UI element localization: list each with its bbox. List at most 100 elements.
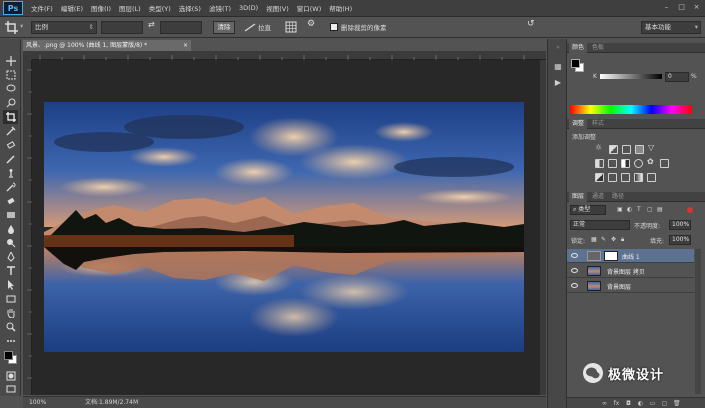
layer-row[interactable]: 背景图层 拷贝	[567, 264, 694, 278]
layer-mask-thumb[interactable]	[604, 251, 618, 261]
swap-dimensions-icon[interactable]: ⇄	[148, 20, 155, 29]
type-tool-icon[interactable]	[3, 264, 18, 278]
lock-transparent-icon[interactable]: ▦	[591, 236, 597, 243]
ratio-select[interactable]: 比例 ⇕	[31, 21, 97, 34]
minimize-button[interactable]: –	[660, 2, 673, 13]
close-button[interactable]: ×	[690, 2, 703, 13]
horizontal-ruler[interactable]	[32, 51, 546, 60]
gradient-tool-icon[interactable]	[3, 208, 18, 222]
color-fg-swatch[interactable]	[571, 59, 580, 68]
lasso-tool-icon[interactable]	[3, 82, 18, 96]
visibility-eye-icon[interactable]	[571, 283, 578, 288]
crop-width-input[interactable]	[101, 21, 143, 34]
filter-smart-object-icon[interactable]: ▤	[657, 206, 663, 213]
layer-row[interactable]: 背景图层	[567, 279, 694, 293]
pen-tool-icon[interactable]	[3, 250, 18, 264]
menu-view[interactable]: 视图(V)	[262, 3, 293, 13]
tab-color[interactable]: 颜色	[569, 43, 588, 53]
visibility-eye-icon[interactable]	[571, 268, 578, 273]
brush-tool-icon[interactable]	[3, 152, 18, 166]
add-mask-icon[interactable]: ◘	[625, 400, 632, 407]
tab-adjustments[interactable]: 调整	[569, 119, 588, 129]
dodge-tool-icon[interactable]	[3, 236, 18, 250]
menu-image[interactable]: 图像(I)	[87, 3, 115, 13]
collapse-strip-icon[interactable]: »	[552, 42, 564, 54]
overlay-grid-icon[interactable]	[285, 21, 297, 33]
link-layers-icon[interactable]: ∞	[601, 400, 608, 407]
maximize-button[interactable]: □	[675, 2, 688, 13]
layer-row[interactable]: 曲线 1	[567, 249, 694, 263]
black-white-adjustment-icon[interactable]	[621, 159, 630, 168]
actions-panel-icon[interactable]: ▶	[552, 77, 564, 89]
zoom-level[interactable]: 100%	[29, 397, 46, 408]
opacity-input[interactable]: 100%	[669, 220, 691, 230]
menu-edit[interactable]: 编辑(E)	[57, 3, 87, 13]
vertical-ruler[interactable]	[23, 60, 32, 395]
color-balance-adjustment-icon[interactable]	[608, 159, 617, 168]
posterize-adjustment-icon[interactable]	[608, 173, 617, 182]
brightness-adjustment-icon[interactable]: ☼	[595, 143, 602, 152]
foreground-color-swatch[interactable]	[4, 351, 13, 360]
filter-pixel-icon[interactable]: ▣	[617, 206, 623, 213]
filter-adjustment-icon[interactable]: ◐	[627, 206, 632, 213]
blur-tool-icon[interactable]	[3, 222, 18, 236]
selective-color-adjustment-icon[interactable]	[647, 173, 656, 182]
filter-type-icon[interactable]: T	[637, 206, 641, 213]
zoom-tool-icon[interactable]	[3, 320, 18, 334]
tab-channels[interactable]: 通道	[589, 192, 607, 202]
layer-name[interactable]: 曲线 1	[622, 252, 640, 261]
move-tool-icon[interactable]	[3, 54, 18, 68]
tab-styles[interactable]: 样式	[589, 119, 607, 129]
menu-select[interactable]: 选择(S)	[175, 3, 205, 13]
filter-shape-icon[interactable]: ▢	[647, 206, 653, 213]
color-spectrum[interactable]	[570, 105, 692, 114]
landscape-image[interactable]	[44, 102, 524, 352]
new-adjustment-icon[interactable]: ◐	[637, 400, 644, 407]
new-layer-icon[interactable]: ▢	[661, 400, 668, 407]
eyedropper-tool-icon[interactable]	[3, 124, 18, 138]
quick-mask-icon[interactable]	[3, 369, 18, 383]
levels-adjustment-icon[interactable]	[609, 145, 618, 154]
more-tools-icon[interactable]	[3, 334, 18, 348]
color-lookup-adjustment-icon[interactable]	[660, 159, 669, 168]
visibility-eye-icon[interactable]	[571, 253, 578, 258]
menu-3d[interactable]: 3D(D)	[235, 4, 262, 12]
threshold-adjustment-icon[interactable]	[621, 173, 630, 182]
history-panel-icon[interactable]: ▦	[552, 61, 564, 73]
workspace-select[interactable]: 基本功能 ▾	[641, 21, 701, 34]
k-slider[interactable]	[600, 74, 662, 79]
channel-mixer-adjustment-icon[interactable]: ✿	[647, 157, 654, 166]
clear-button[interactable]: 清除	[213, 21, 235, 34]
layers-scrollbar[interactable]	[695, 249, 701, 394]
vertical-scrollbar[interactable]	[540, 60, 546, 395]
tool-preset-chevron-icon[interactable]: ▾	[20, 22, 23, 30]
crop-tool-icon[interactable]	[5, 21, 19, 34]
k-value-input[interactable]: 0	[665, 72, 689, 82]
screen-mode-icon[interactable]	[3, 382, 18, 396]
tab-paths[interactable]: 路径	[609, 192, 627, 202]
layer-name[interactable]: 背景图层 拷贝	[607, 267, 645, 276]
layer-style-icon[interactable]: fx	[613, 400, 620, 407]
new-group-icon[interactable]: ▭	[649, 400, 656, 407]
blend-mode-select[interactable]: 正常	[570, 220, 630, 230]
curves-adjustment-icon[interactable]	[622, 145, 631, 154]
exposure-adjustment-icon[interactable]	[635, 145, 644, 154]
document-tab[interactable]: 风景、.png @ 100% (曲线 1, 图层蒙版/8) * ×	[23, 40, 191, 51]
lock-position-icon[interactable]: ✥	[611, 236, 616, 243]
menu-filter[interactable]: 滤镜(T)	[205, 3, 235, 13]
delete-layer-icon[interactable]: 🗑	[673, 400, 681, 407]
invert-adjustment-icon[interactable]	[595, 173, 604, 182]
crop-tool-button-icon[interactable]	[3, 110, 18, 124]
lock-image-icon[interactable]: ✎	[601, 236, 606, 243]
photo-filter-adjustment-icon[interactable]	[634, 159, 643, 168]
fill-input[interactable]: 100%	[669, 235, 691, 245]
menu-file[interactable]: 文件(F)	[27, 3, 57, 13]
path-selection-tool-icon[interactable]	[3, 278, 18, 292]
delete-cropped-checkbox[interactable]	[330, 23, 338, 31]
reset-icon[interactable]: ↺	[527, 19, 535, 29]
clone-stamp-tool-icon[interactable]	[3, 166, 18, 180]
hue-saturation-adjustment-icon[interactable]	[595, 159, 604, 168]
history-brush-tool-icon[interactable]	[3, 180, 18, 194]
marquee-tool-icon[interactable]	[3, 68, 18, 82]
eraser-tool-icon[interactable]	[3, 194, 18, 208]
